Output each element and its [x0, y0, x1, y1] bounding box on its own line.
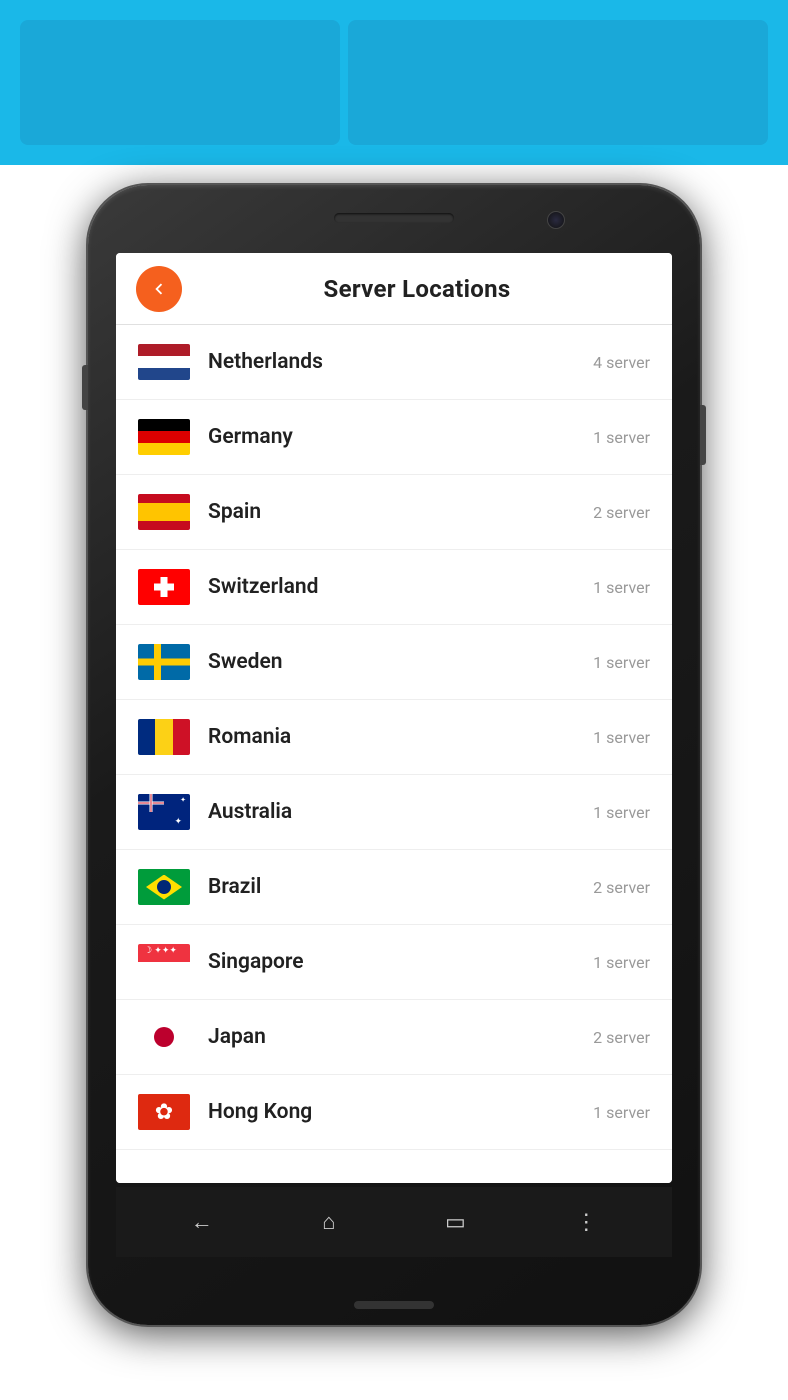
flag-au: ✦ ✦ — [138, 794, 190, 830]
back-button[interactable] — [136, 266, 182, 312]
nav-menu-icon[interactable]: ⋮ — [575, 1210, 597, 1235]
server-item-au[interactable]: ✦ ✦ Australia 1 server — [116, 775, 672, 850]
phone-bottom-bar — [354, 1301, 434, 1309]
flag-br — [138, 869, 190, 905]
server-item-de[interactable]: Germany 1 server — [116, 400, 672, 475]
flag-es — [138, 494, 190, 530]
server-list[interactable]: Netherlands 4 server Germany 1 server Sp… — [116, 325, 672, 1183]
server-count-au: 1 server — [593, 803, 650, 822]
server-item-se[interactable]: Sweden 1 server — [116, 625, 672, 700]
flag-ch — [138, 569, 190, 605]
back-icon — [148, 278, 170, 300]
server-count-br: 2 server — [593, 878, 650, 897]
nav-bar: ← ⌂ ▭ ⋮ — [116, 1187, 672, 1257]
server-name-br: Brazil — [208, 875, 593, 899]
phone-camera — [547, 211, 565, 229]
server-name-ch: Switzerland — [208, 575, 593, 599]
flag-ro — [138, 719, 190, 755]
phone-speaker — [334, 213, 454, 223]
server-count-nl: 4 server — [593, 353, 650, 372]
server-name-nl: Netherlands — [208, 350, 593, 374]
banner-right — [348, 20, 768, 145]
flag-nl — [138, 344, 190, 380]
flag-jp — [138, 1019, 190, 1055]
phone-button-right — [700, 405, 706, 465]
nav-back-icon[interactable]: ← — [191, 1209, 213, 1235]
server-item-ch[interactable]: Switzerland 1 server — [116, 550, 672, 625]
page-title: Server Locations — [182, 275, 652, 303]
server-item-ro[interactable]: Romania 1 server — [116, 700, 672, 775]
flag-se — [138, 644, 190, 680]
server-count-jp: 2 server — [593, 1028, 650, 1047]
server-name-sg: Singapore — [208, 950, 593, 974]
server-item-nl[interactable]: Netherlands 4 server — [116, 325, 672, 400]
nav-home-icon[interactable]: ⌂ — [322, 1209, 335, 1235]
phone-wrapper: Server Locations Netherlands 4 server Ge… — [88, 185, 700, 1375]
phone-button-left — [82, 365, 88, 410]
phone-screen: Server Locations Netherlands 4 server Ge… — [116, 253, 672, 1183]
server-name-au: Australia — [208, 800, 593, 824]
server-item-br[interactable]: Brazil 2 server — [116, 850, 672, 925]
server-name-de: Germany — [208, 425, 593, 449]
blue-banner — [0, 0, 788, 165]
server-count-sg: 1 server — [593, 953, 650, 972]
app-header: Server Locations — [116, 253, 672, 325]
banner-left — [20, 20, 340, 145]
server-name-es: Spain — [208, 500, 593, 524]
server-item-hk[interactable]: ✿ Hong Kong 1 server — [116, 1075, 672, 1150]
flag-sg: ☽ ✦✦✦ — [138, 944, 190, 980]
server-count-ch: 1 server — [593, 578, 650, 597]
server-item-es[interactable]: Spain 2 server — [116, 475, 672, 550]
server-item-sg[interactable]: ☽ ✦✦✦ Singapore 1 server — [116, 925, 672, 1000]
server-count-de: 1 server — [593, 428, 650, 447]
server-item-jp[interactable]: Japan 2 server — [116, 1000, 672, 1075]
flag-hk: ✿ — [138, 1094, 190, 1130]
server-count-se: 1 server — [593, 653, 650, 672]
server-name-jp: Japan — [208, 1025, 593, 1049]
server-count-hk: 1 server — [593, 1103, 650, 1122]
flag-de — [138, 419, 190, 455]
server-count-es: 2 server — [593, 503, 650, 522]
server-name-ro: Romania — [208, 725, 593, 749]
server-name-se: Sweden — [208, 650, 593, 674]
nav-recent-icon[interactable]: ▭ — [445, 1210, 466, 1235]
server-count-ro: 1 server — [593, 728, 650, 747]
phone-shell: Server Locations Netherlands 4 server Ge… — [88, 185, 700, 1325]
server-name-hk: Hong Kong — [208, 1100, 593, 1124]
